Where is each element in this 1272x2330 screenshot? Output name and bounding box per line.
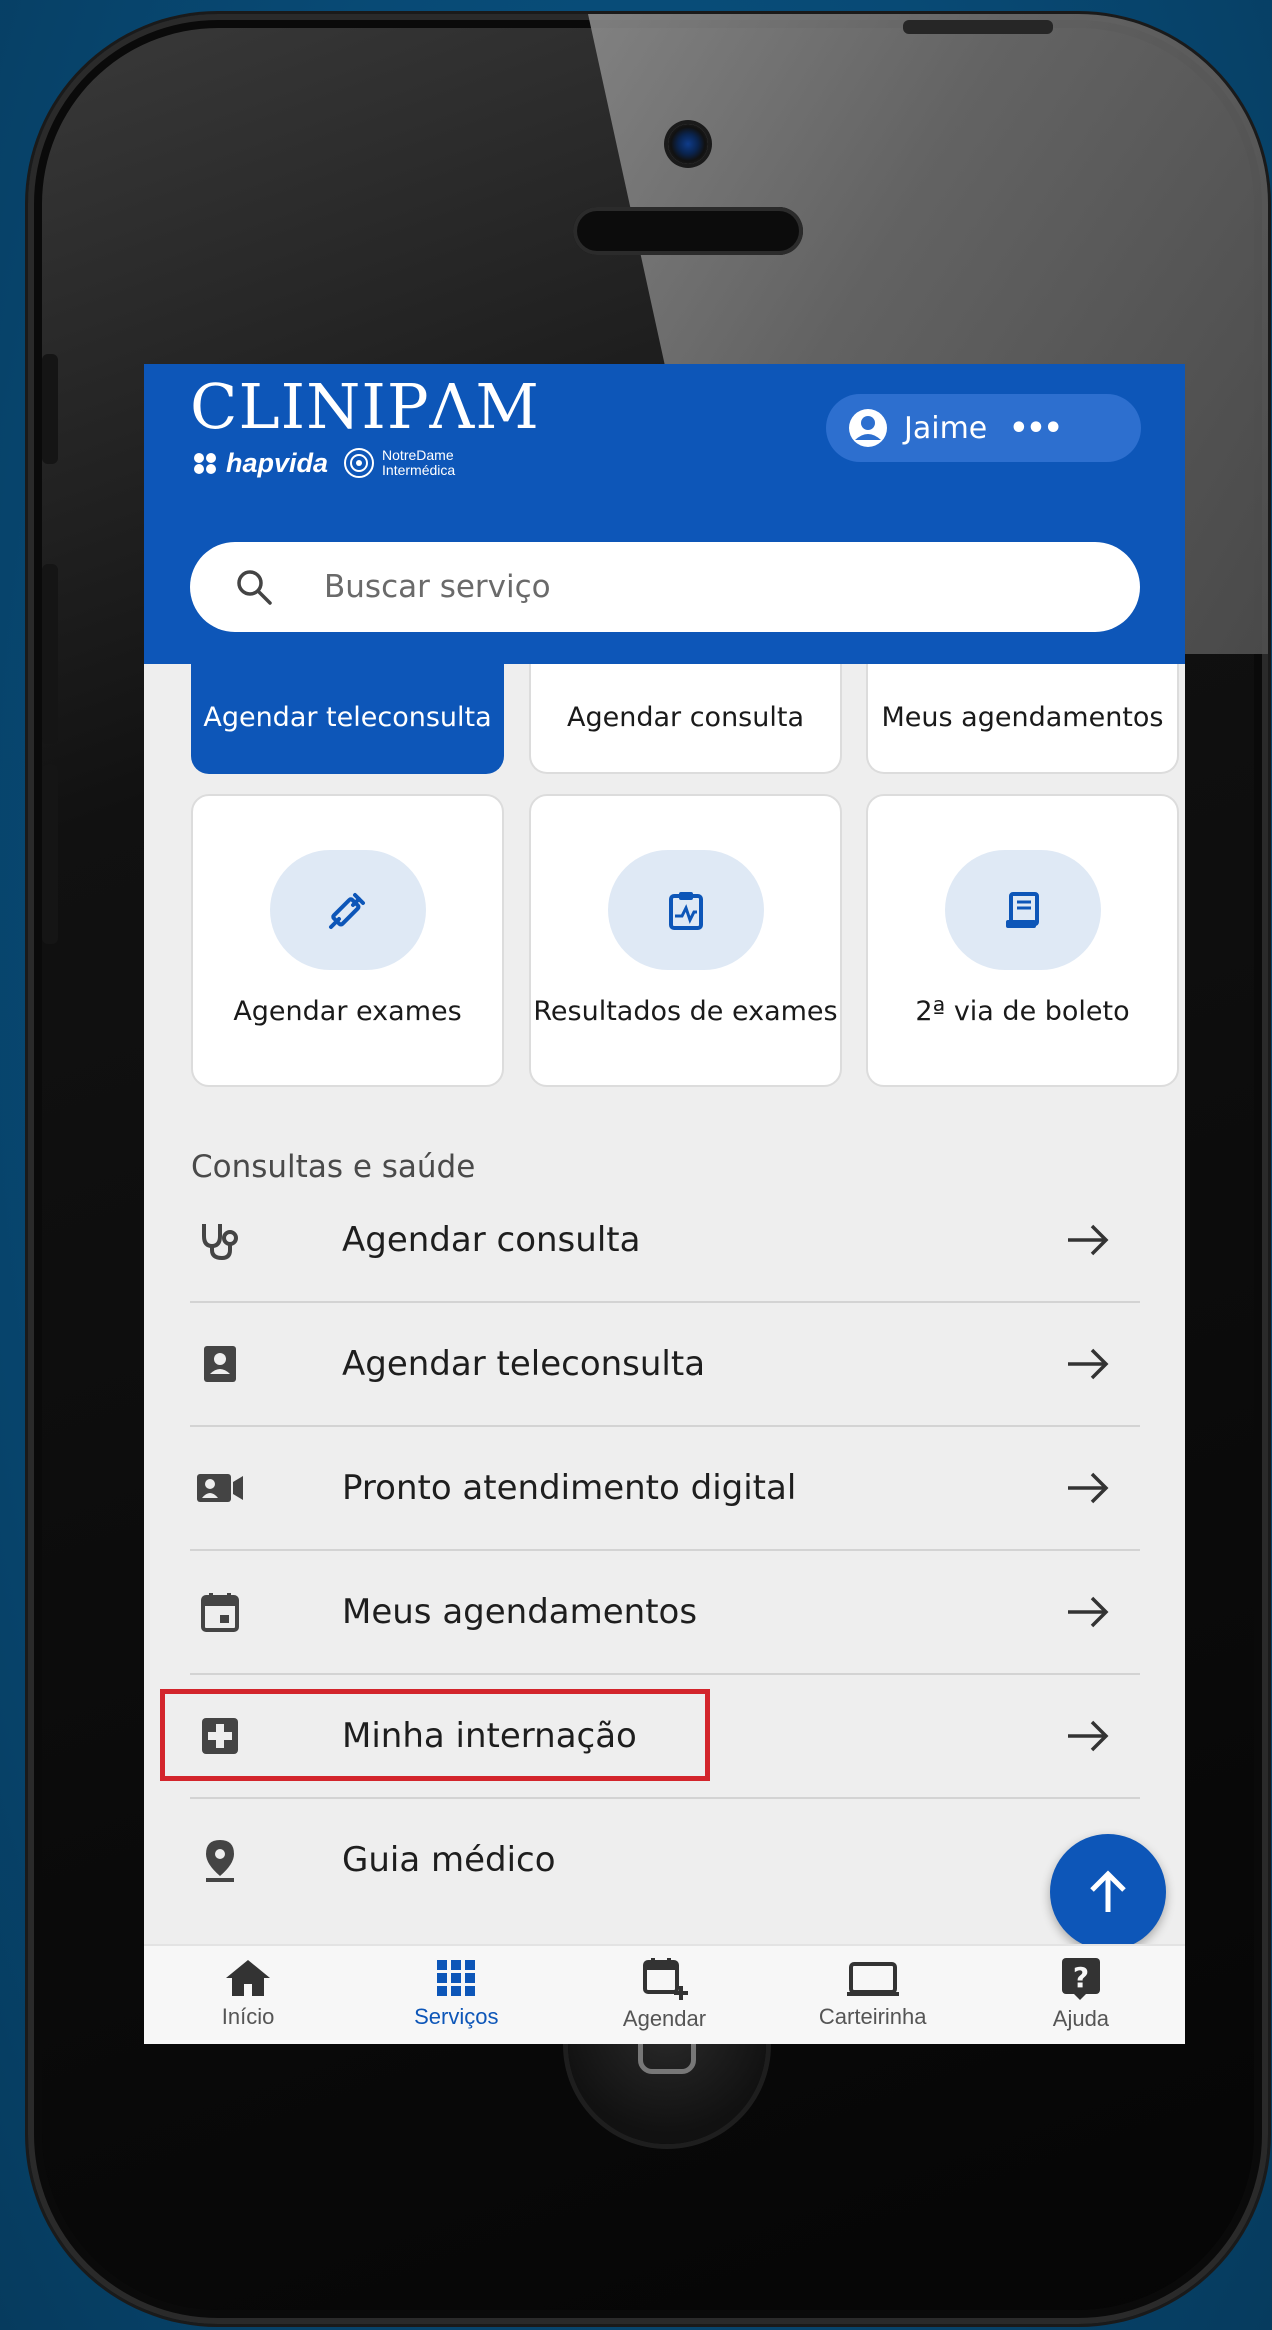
nav-item-ajuda[interactable]: ? Ajuda — [977, 1946, 1185, 2044]
list-item-label: Agendar teleconsulta — [342, 1344, 706, 1384]
list-item-guia-medico[interactable]: Guia médico — [190, 1799, 1140, 1921]
list-item-agendar-consulta[interactable]: Agendar consulta — [190, 1179, 1140, 1303]
service-list: Agendar consulta Agendar teleconsulta Pr… — [160, 1179, 1140, 1921]
arrow-right-icon — [1068, 1596, 1109, 1628]
mute-switch — [42, 354, 58, 464]
card-agendar-consulta[interactable]: Agendar consulta — [529, 664, 842, 774]
volume-up-button — [42, 564, 58, 744]
bottom-navigation: Início Serviços Agendar Carteirinha ? Aj… — [144, 1944, 1185, 2044]
calendar-icon — [201, 1593, 239, 1632]
search-input[interactable]: Buscar serviço — [324, 569, 551, 605]
nav-item-servicos[interactable]: Serviços — [352, 1946, 560, 2044]
list-item-pronto-atendimento[interactable]: Pronto atendimento digital — [190, 1427, 1140, 1551]
grid-icon — [437, 1960, 476, 1996]
notredame-line2: Intermédica — [382, 462, 456, 478]
nav-item-carteirinha[interactable]: Carteirinha — [769, 1946, 977, 2044]
user-menu-button[interactable]: Jaime ••• — [826, 394, 1141, 462]
earpiece-speaker — [573, 207, 803, 255]
nav-label: Início — [221, 2004, 275, 2029]
list-item-label: Guia médico — [342, 1840, 556, 1880]
hapvida-logo: hapvida — [190, 448, 328, 479]
list-item-label: Meus agendamentos — [342, 1592, 698, 1632]
clipboard-chart-icon — [668, 891, 703, 930]
list-item-agendar-teleconsulta[interactable]: Agendar teleconsulta — [190, 1303, 1140, 1427]
arrow-right-icon — [1068, 1720, 1109, 1752]
hapvida-flower-icon — [194, 453, 216, 474]
volume-down-button — [42, 764, 58, 944]
location-pin-icon — [206, 1840, 234, 1882]
teleconsult-icon — [204, 1346, 236, 1382]
brand-logo: CLINIPΛM hapvida NotreDame Intermédica — [190, 372, 540, 480]
svg-text:?: ? — [1073, 1961, 1089, 1994]
user-avatar-icon — [849, 409, 887, 447]
list-item-minha-internacao[interactable]: Minha internação — [160, 1675, 1140, 1799]
arrow-right-icon — [1068, 1472, 1109, 1504]
list-item-meus-agendamentos[interactable]: Meus agendamentos — [190, 1551, 1140, 1675]
card-segunda-via-boleto[interactable]: 2ª via de boleto — [866, 794, 1179, 1087]
nav-label: Carteirinha — [818, 2004, 927, 2029]
nav-label: Ajuda — [1052, 2006, 1110, 2031]
card-icon — [846, 1962, 899, 1996]
arrow-right-icon — [1068, 1348, 1109, 1380]
app-screen: CLINIPΛM hapvida NotreDame Intermédica J… — [144, 364, 1185, 2044]
notredame-line1: NotreDame — [382, 447, 454, 463]
scroll-to-top-button[interactable] — [1050, 1834, 1166, 1950]
power-button — [903, 20, 1053, 34]
card-agendar-teleconsulta[interactable]: Agendar teleconsulta — [191, 664, 504, 774]
list-item-label: Pronto atendimento digital — [342, 1468, 797, 1508]
arrow-up-icon — [1090, 1870, 1126, 1912]
nav-item-agendar[interactable]: Agendar — [560, 1946, 768, 2044]
card-label: Agendar teleconsulta — [203, 702, 492, 733]
card-label: Agendar consulta — [567, 702, 804, 733]
stethoscope-icon — [202, 1224, 238, 1261]
syringe-icon — [328, 892, 365, 929]
user-name: Jaime — [904, 410, 988, 446]
card-meus-agendamentos[interactable]: Meus agendamentos — [866, 664, 1179, 774]
more-options-icon[interactable]: ••• — [1009, 411, 1063, 446]
hapvida-text: hapvida — [226, 447, 329, 478]
notredame-logo: NotreDame Intermédica — [342, 446, 455, 480]
search-bar[interactable]: Buscar serviço — [190, 542, 1140, 632]
card-agendar-exames[interactable]: Agendar exames — [191, 794, 504, 1087]
brand-name: CLINIPΛM — [190, 370, 540, 443]
highlight-box — [160, 1689, 710, 1781]
nav-label: Agendar — [622, 2006, 707, 2031]
arrow-right-icon — [1068, 1224, 1109, 1256]
front-camera — [668, 124, 708, 164]
app-header: CLINIPΛM hapvida NotreDame Intermédica J… — [144, 364, 1185, 664]
card-label: Agendar exames — [233, 995, 462, 1027]
home-icon — [226, 1960, 271, 1996]
card-label: Meus agendamentos — [881, 702, 1164, 733]
card-label: Resultados de exames — [533, 995, 838, 1027]
notredame-emblem-icon — [344, 448, 375, 478]
receipt-icon — [1005, 891, 1039, 928]
card-label: 2ª via de boleto — [915, 995, 1130, 1027]
search-icon — [237, 570, 272, 605]
nav-label: Serviços — [414, 2004, 499, 2029]
card-resultados-exames[interactable]: Resultados de exames — [529, 794, 842, 1087]
calendar-plus-icon — [642, 1958, 688, 2000]
nav-item-inicio[interactable]: Início — [144, 1946, 352, 2044]
phone-frame: CLINIPΛM hapvida NotreDame Intermédica J… — [28, 14, 1268, 2324]
list-item-label: Agendar consulta — [342, 1220, 641, 1260]
help-icon: ? — [1061, 1958, 1100, 2000]
video-call-icon — [197, 1474, 243, 1502]
